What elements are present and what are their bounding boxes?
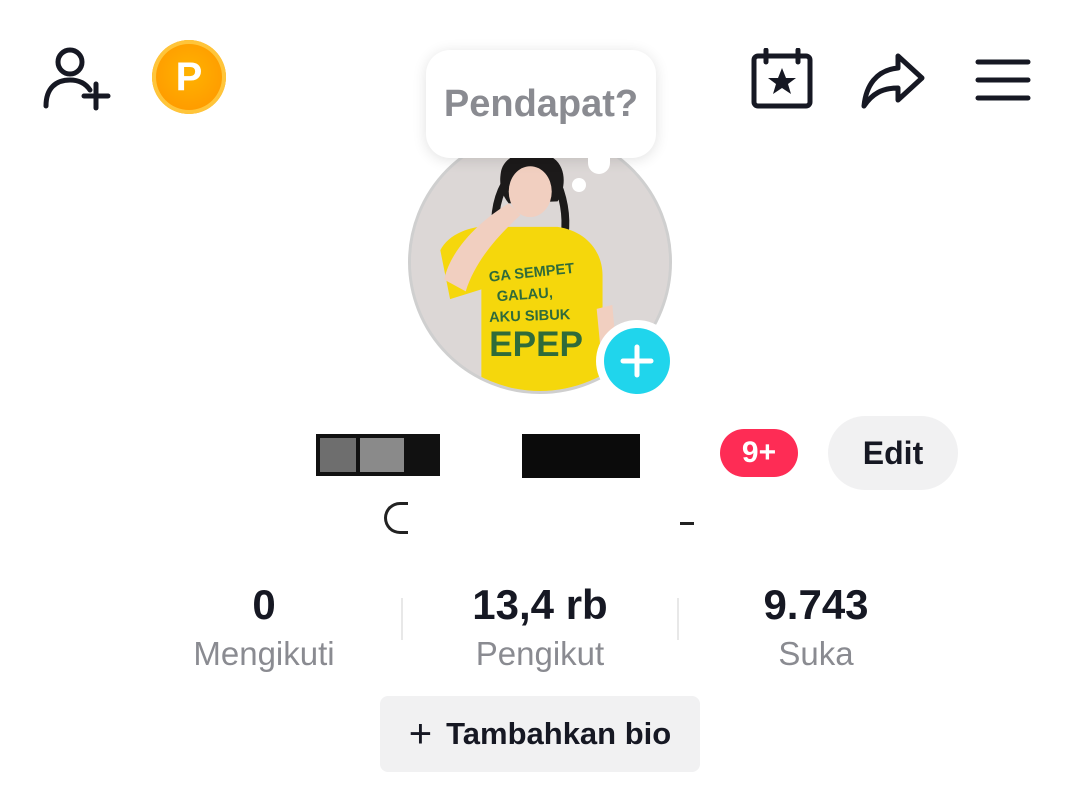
redaction-block xyxy=(320,438,356,472)
opinion-bubble-text: Pendapat? xyxy=(443,82,639,125)
username-redacted xyxy=(280,420,720,484)
handle-fragment xyxy=(384,502,408,534)
add-user-icon xyxy=(43,47,111,111)
points-button[interactable]: P xyxy=(152,40,226,114)
followers-stat[interactable]: 13,4 rb Pengikut xyxy=(420,580,660,676)
likes-stat[interactable]: 9.743 Suka xyxy=(696,580,936,676)
shirt-text-line-4: EPEP xyxy=(489,325,583,364)
following-count: 0 xyxy=(252,581,276,628)
following-label: Mengikuti xyxy=(193,635,335,672)
add-bio-button[interactable]: + Tambahkan bio xyxy=(380,696,700,772)
points-label: P xyxy=(175,55,203,99)
add-avatar-button[interactable] xyxy=(596,320,678,402)
share-icon xyxy=(861,53,925,109)
plus-icon: + xyxy=(408,712,433,756)
hamburger-menu-icon xyxy=(975,59,1031,101)
stat-divider xyxy=(401,598,403,640)
handle-fragment xyxy=(680,522,694,525)
notification-badge[interactable]: 9+ xyxy=(720,429,798,477)
bubble-dot xyxy=(572,178,586,192)
add-friend-button[interactable] xyxy=(40,44,112,114)
shirt-text-line-3: AKU SIBUK xyxy=(489,307,571,326)
followers-count: 13,4 rb xyxy=(472,581,608,628)
likes-count: 9.743 xyxy=(763,581,869,628)
plus-icon xyxy=(604,328,670,394)
menu-button[interactable] xyxy=(972,54,1034,106)
opinion-bubble[interactable]: Pendapat? xyxy=(426,50,656,158)
calendar-button[interactable] xyxy=(750,48,816,110)
calendar-star-icon xyxy=(751,48,813,109)
share-button[interactable] xyxy=(858,50,928,110)
followers-label: Pengikut xyxy=(475,635,605,672)
stat-divider xyxy=(677,598,679,640)
following-stat[interactable]: 0 Mengikuti xyxy=(144,580,384,676)
likes-label: Suka xyxy=(778,635,854,672)
edit-profile-button[interactable]: Edit xyxy=(828,416,958,490)
add-bio-label: Tambahkan bio xyxy=(446,716,672,751)
redaction-block xyxy=(360,438,404,472)
redaction-block xyxy=(522,434,640,478)
handle-redacted xyxy=(380,498,700,538)
